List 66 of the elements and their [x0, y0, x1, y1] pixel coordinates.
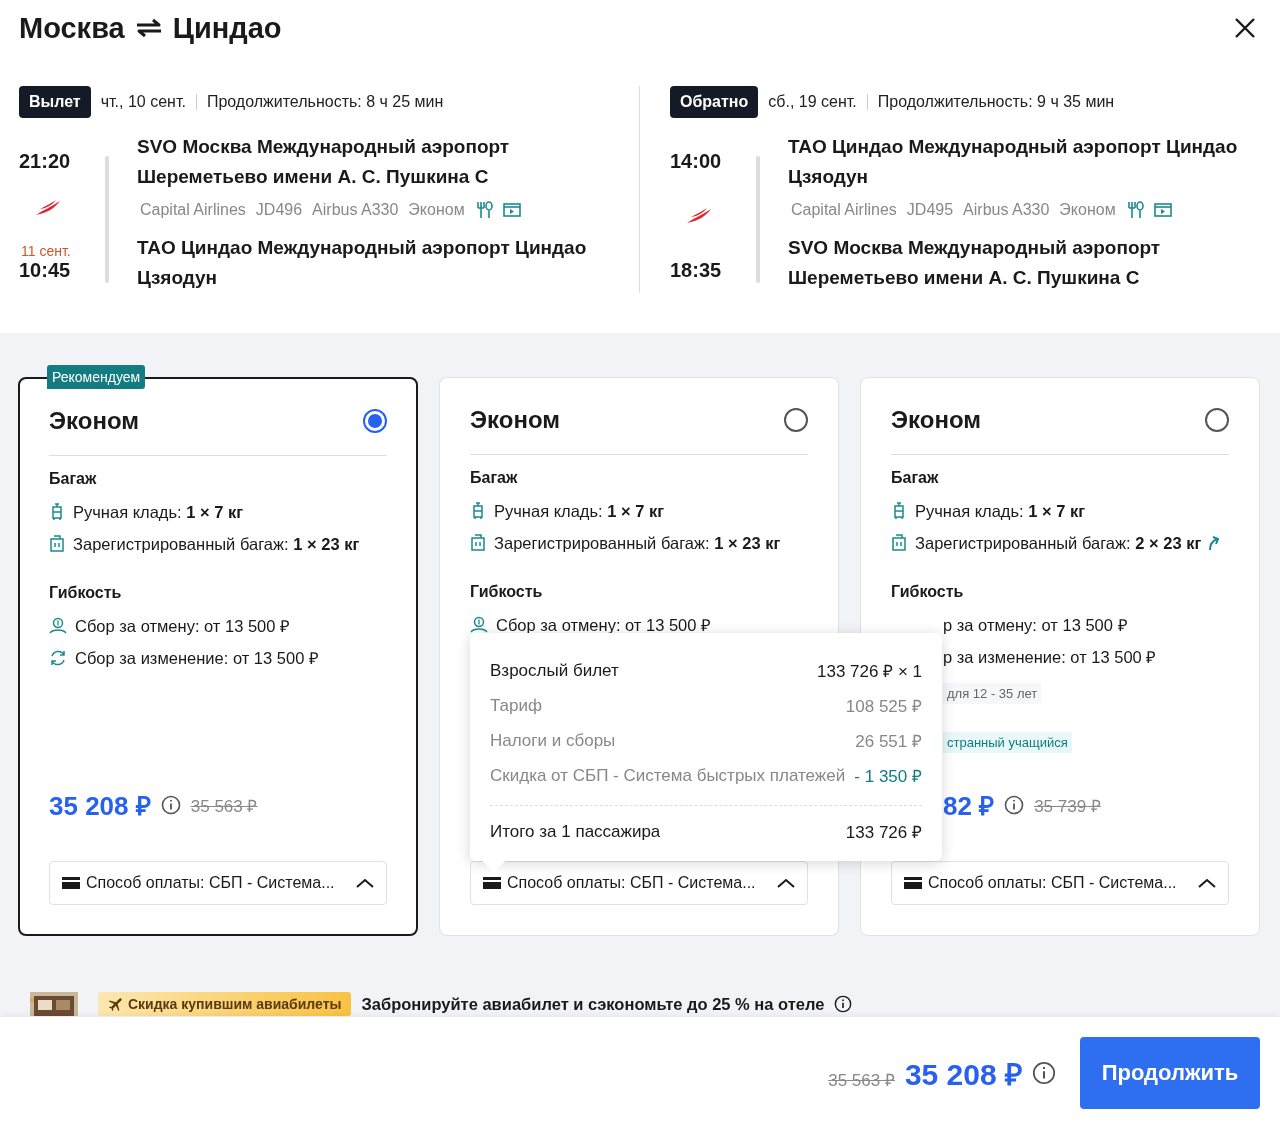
flight-detail: Capital Airlines	[791, 201, 897, 219]
baggage-allowance: Зарегистрированный багаж: 2 × 23 кг	[915, 531, 1220, 555]
baggage-allowance: Зарегистрированный багаж: 1 × 23 кг	[73, 534, 360, 555]
flight-detail: Эконом	[1059, 201, 1116, 219]
section-heading: Гибкость	[470, 583, 543, 601]
baggage-allowance: Зарегистрированный багаж: 1 × 23 кг	[494, 533, 781, 554]
arrival-time: 18:35	[670, 259, 722, 282]
flight-detail: Airbus A330	[963, 201, 1050, 219]
route-destination: Циндао	[172, 11, 282, 45]
breakdown-value: 26 551 ₽	[855, 731, 922, 752]
fare-tag: для 12 - 35 лет	[943, 683, 1042, 704]
baggage-allowance: Ручная кладь: 1 × 7 кг	[494, 501, 665, 522]
section-heading: Гибкость	[891, 583, 964, 601]
breakdown-value: 108 525 ₽	[845, 696, 922, 717]
flight-detail: Эконом	[408, 201, 465, 219]
route-origin: Москва	[19, 11, 125, 45]
baggage-allowance: Ручная кладь: 1 × 7 кг	[73, 502, 244, 523]
old-price: 35 739 ₽	[1034, 795, 1101, 817]
promo-badge-text: Скидка купившим авиабилеты	[128, 996, 342, 1012]
flight-detail: Capital Airlines	[140, 201, 246, 219]
leg-date: чт., 10 сент.	[100, 93, 186, 111]
breakdown-label: Тариф	[490, 695, 542, 716]
fare-tag: странный учащийся	[943, 732, 1072, 753]
leg-duration: Продолжительность: 9 ч 35 мин	[877, 93, 1115, 111]
breakdown-label: Взрослый билет	[490, 660, 619, 681]
fare-price: 82 ₽	[943, 790, 995, 823]
arrival-date: 11 сент.	[21, 243, 71, 259]
total-label: Итого за 1 пассажира	[490, 821, 661, 842]
fee-text: Сбор за отмену: от 13 500 ₽	[496, 615, 712, 636]
leg-badge: Вылет	[19, 86, 91, 118]
promo-text: Забронируйте авиабилет и сэкономьте до 25 % на отеле	[361, 994, 825, 1014]
breakdown-value: 133 726 ₽ × 1	[817, 661, 922, 682]
departure-airport: SVO Москва Международный аэропорт Шереметьево имени А. С. Пушкина C	[137, 135, 511, 189]
baggage-allowance: Ручная кладь: 1 × 7 кг	[915, 501, 1086, 522]
breakdown-label: Налоги и сборы	[490, 730, 616, 751]
fare-price: 35 208 ₽	[49, 790, 151, 823]
arrival-airport: TAO Циндао Международный аэропорт Циндао Цзяодун	[137, 236, 588, 290]
fee-text: р за изменение: от 13 500 ₽	[943, 647, 1157, 668]
old-price: 35 563 ₽	[190, 795, 258, 817]
departure-airport: TAO Циндао Международный аэропорт Циндао Цзяодун	[788, 135, 1239, 189]
fare-title: Эконом	[891, 406, 982, 434]
section-heading: Багаж	[49, 470, 97, 488]
fee-text: р за отмену: от 13 500 ₽	[943, 615, 1128, 636]
arrival-airport: SVO Москва Международный аэропорт Шереметьево имени А. С. Пушкина C	[788, 236, 1162, 290]
section-heading: Багаж	[891, 469, 939, 487]
leg-badge: Обратно	[670, 86, 759, 118]
leg-duration: Продолжительность: 8 ч 25 мин	[206, 93, 444, 111]
recommended-badge: Рекомендуем	[47, 365, 146, 389]
fare-title: Эконом	[470, 406, 561, 434]
breakdown-label: Скидка от СБП - Система быстрых платежей	[490, 765, 846, 786]
fee-text: Сбор за отмену: от 13 500 ₽	[75, 616, 291, 637]
flight-detail: JD496	[255, 201, 303, 219]
departure-time: 21:20	[19, 150, 71, 173]
total-price: 35 208 ₽	[904, 1056, 1022, 1093]
old-price: 35 563 ₽	[828, 1069, 895, 1091]
breakdown-value: - 1 350 ₽	[854, 766, 922, 787]
flight-detail: Airbus A330	[312, 201, 399, 219]
flight-detail: JD495	[906, 201, 954, 219]
departure-time: 14:00	[670, 150, 722, 173]
arrival-time: 10:45	[19, 259, 71, 282]
fare-title: Эконом	[49, 407, 140, 435]
total-value: 133 726 ₽	[845, 822, 922, 843]
section-heading: Багаж	[470, 469, 518, 487]
fee-text: Сбор за изменение: от 13 500 ₽	[75, 648, 319, 669]
section-heading: Гибкость	[49, 584, 122, 602]
leg-date: сб., 19 сент.	[768, 93, 857, 111]
